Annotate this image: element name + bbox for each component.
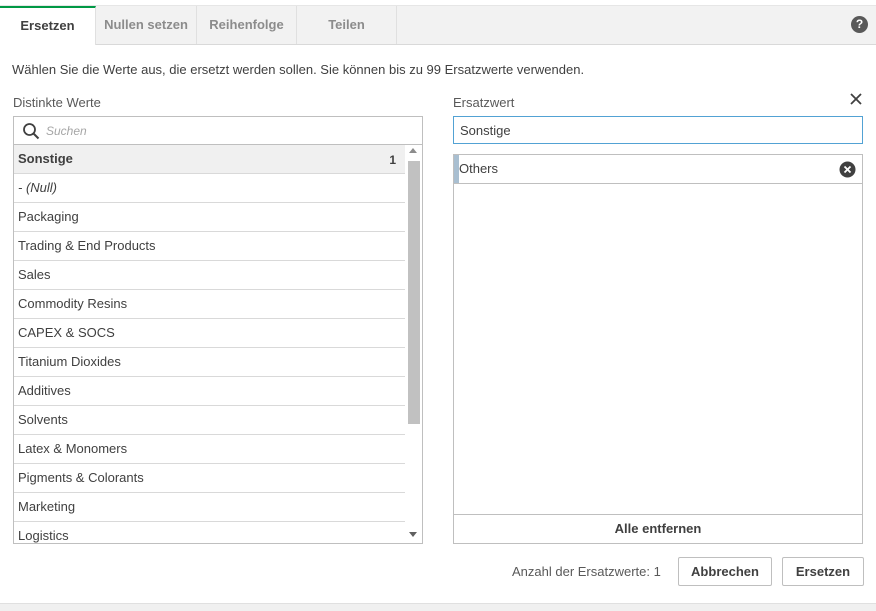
list-item[interactable]: Marketing <box>14 493 406 522</box>
list-item[interactable]: Pigments & Colorants <box>14 464 406 493</box>
list-item-label: Pigments & Colorants <box>18 470 144 485</box>
list-item[interactable]: Titanium Dioxides <box>14 348 406 377</box>
scroll-down-arrow-icon[interactable] <box>409 532 417 537</box>
help-icon[interactable]: ? <box>851 16 868 33</box>
list-item[interactable]: Trading & End Products <box>14 232 406 261</box>
list-item-label: - (Null) <box>18 180 57 195</box>
description: Wählen Sie die Werte aus, die ersetzt we… <box>12 62 585 77</box>
list-item[interactable]: Others <box>454 155 862 184</box>
search-input[interactable] <box>46 121 406 141</box>
list-item-label: Others <box>459 161 499 176</box>
list-item-label: Sales <box>18 267 51 282</box>
tab-teilen[interactable]: Teilen <box>297 6 397 44</box>
list-item-label: Latex & Monomers <box>18 441 128 456</box>
distinct-values-list: Sonstige 1 - (Null) Packaging Trading & … <box>13 116 423 544</box>
list-item[interactable]: Sonstige 1 <box>14 145 406 174</box>
distinct-values-label: Distinkte Werte <box>13 95 101 110</box>
list-item-label: Titanium Dioxides <box>18 354 121 369</box>
list-item-label: Trading & End Products <box>18 238 156 253</box>
tab-nullen-setzen[interactable]: Nullen setzen <box>96 6 197 44</box>
search-icon <box>23 123 40 140</box>
remove-all-button[interactable]: Alle entfernen <box>454 514 862 543</box>
replace-button[interactable]: Ersetzen <box>782 557 864 586</box>
list-item-label: Solvents <box>18 412 68 427</box>
list-item[interactable]: Logistics <box>14 522 406 543</box>
cancel-button[interactable]: Abbrechen <box>678 557 772 586</box>
tab-reihenfolge[interactable]: Reihenfolge <box>197 6 297 44</box>
list-item-label: Logistics <box>18 528 69 543</box>
list-item[interactable]: Commodity Resins <box>14 290 406 319</box>
list-item[interactable]: Sales <box>14 261 406 290</box>
list-item-label: Sonstige <box>18 151 73 166</box>
scroll-up-arrow-icon[interactable] <box>409 148 417 153</box>
scroll-thumb[interactable] <box>408 161 420 424</box>
remove-icon[interactable] <box>839 161 856 178</box>
replacement-count: Anzahl der Ersatzwerte: 1 <box>512 564 661 579</box>
list-item-label: CAPEX & SOCS <box>18 325 115 340</box>
list-item-label: Marketing <box>18 499 76 514</box>
close-icon[interactable] <box>848 91 864 107</box>
scrollbar[interactable] <box>405 145 422 543</box>
search-row <box>14 117 422 145</box>
replacement-label: Ersatzwert <box>453 95 515 110</box>
list-item[interactable]: - (Null) <box>14 174 406 203</box>
list-item[interactable]: CAPEX & SOCS <box>14 319 406 348</box>
list-item[interactable]: Packaging <box>14 203 406 232</box>
list-item-count: 1 <box>389 153 396 167</box>
list-item[interactable]: Latex & Monomers <box>14 435 406 464</box>
tab-bar: Ersetzen Nullen setzen Reihenfolge Teile… <box>0 6 876 45</box>
list-item-label: Packaging <box>18 209 79 224</box>
value-rows: Sonstige 1 - (Null) Packaging Trading & … <box>14 145 406 543</box>
replacement-values-list: Others Alle entfernen <box>453 154 863 544</box>
list-item-label: Additives <box>18 383 71 398</box>
tab-ersetzen[interactable]: Ersetzen <box>0 6 96 45</box>
bottom-border <box>0 603 876 611</box>
replacement-input[interactable] <box>453 116 863 144</box>
list-item[interactable]: Additives <box>14 377 406 406</box>
list-item[interactable]: Solvents <box>14 406 406 435</box>
list-item-label: Commodity Resins <box>18 296 128 311</box>
